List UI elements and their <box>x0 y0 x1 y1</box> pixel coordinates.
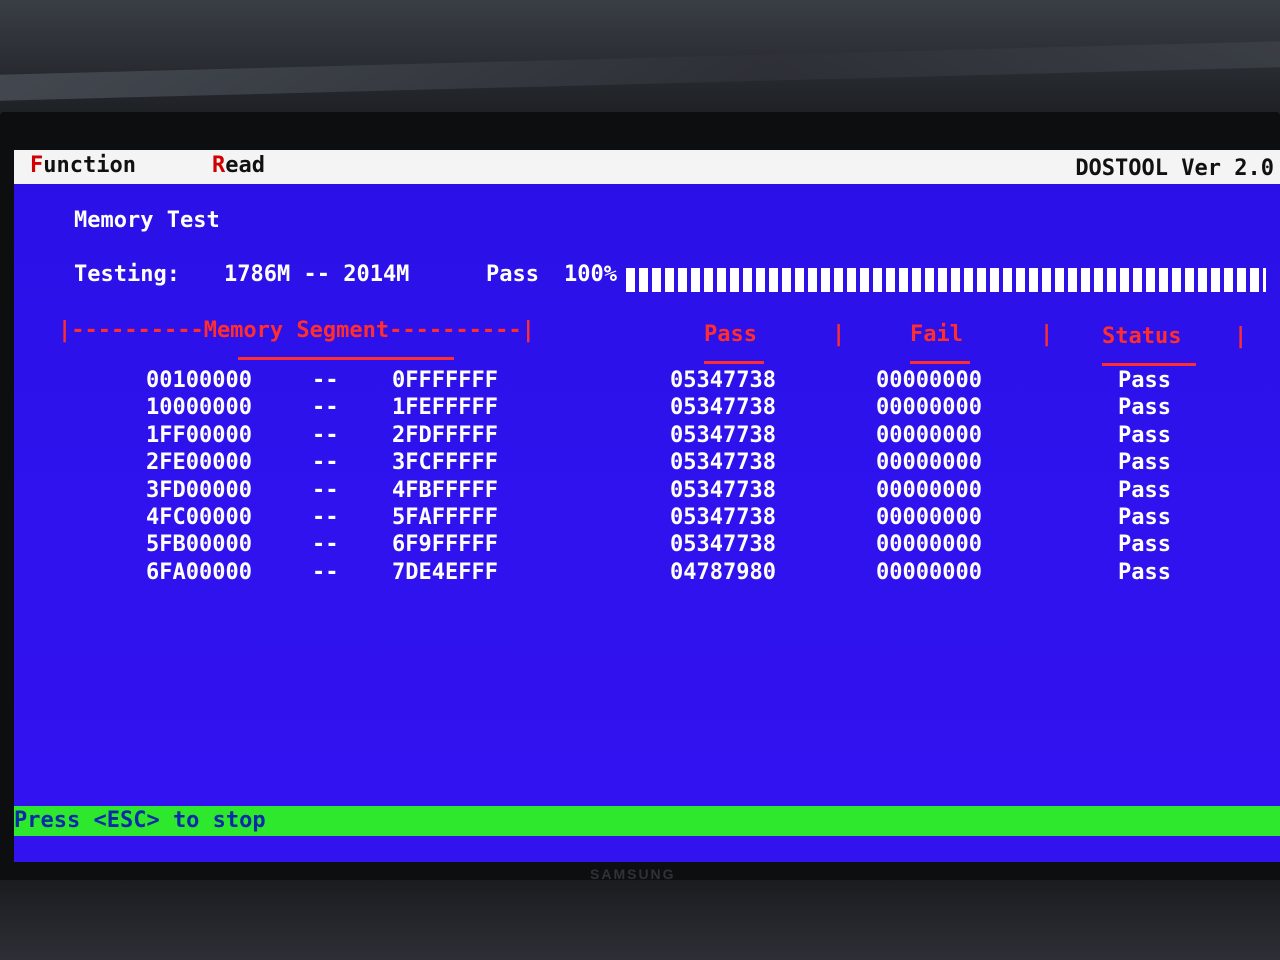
fail-count: 00000000 <box>876 532 982 558</box>
segment-start: 5FB00000 <box>146 532 252 558</box>
pass-count: 05347738 <box>670 532 776 558</box>
header-fail: Fail <box>910 322 963 347</box>
desk <box>0 880 1280 960</box>
testing-range: 1786M -- 2014M <box>224 262 410 287</box>
fail-count: 00000000 <box>876 368 982 393</box>
menu-read-hotkey: R <box>212 153 226 178</box>
segment-start: 4FC00000 <box>146 505 252 530</box>
fail-count: 00000000 <box>876 422 982 448</box>
segment-underline <box>238 357 454 360</box>
esc-hint: Press <ESC> to stop <box>14 808 266 833</box>
row-status: Pass <box>1118 395 1171 421</box>
range-separator: -- <box>312 395 339 421</box>
menu-bar: Function Read DOSTOOL Ver 2.0 <box>14 150 1280 184</box>
status-bar: Press <ESC> to stop <box>14 806 1280 836</box>
menu-function-label: unction <box>43 153 136 178</box>
version-label: DOSTOOL Ver 2.0 <box>1075 156 1274 181</box>
range-separator: -- <box>312 450 339 476</box>
segment-start: 2FE00000 <box>146 450 252 476</box>
segment-end: 6F9FFFFF <box>392 532 498 558</box>
row-status: Pass <box>1118 559 1171 585</box>
header-separator: | <box>1040 322 1054 347</box>
header-memory-segment: |----------Memory Segment----------| <box>58 318 535 343</box>
range-separator: -- <box>312 532 339 558</box>
segment-end: 1FEFFFFF <box>392 395 498 421</box>
pass-count: 05347738 <box>670 368 776 393</box>
fail-count: 00000000 <box>876 559 982 585</box>
status-underline <box>1102 363 1196 366</box>
fail-count: 00000000 <box>876 477 982 503</box>
segment-start: 3FD00000 <box>146 477 252 503</box>
fail-count: 00000000 <box>876 450 982 476</box>
monitor-brand: SAMSUNG <box>590 866 676 882</box>
segment-end: 5FAFFFFF <box>392 505 498 530</box>
range-separator: -- <box>312 422 339 448</box>
segment-start: 00100000 <box>146 368 252 393</box>
pass-underline <box>704 361 764 364</box>
segment-start: 10000000 <box>146 395 252 421</box>
pass-count: 04787980 <box>670 559 776 585</box>
dos-screen: Function Read DOSTOOL Ver 2.0 Memory Tes… <box>14 150 1280 862</box>
progress-fill <box>626 268 1266 292</box>
range-separator: -- <box>312 368 339 393</box>
menu-function[interactable]: Function <box>30 153 136 178</box>
testing-label: Testing: <box>74 262 180 287</box>
range-separator: -- <box>312 477 339 503</box>
row-status: Pass <box>1118 368 1171 393</box>
range-separator: -- <box>312 505 339 530</box>
segment-end: 0FFFFFFF <box>392 368 498 393</box>
pass-label: Pass <box>486 262 539 287</box>
row-status: Pass <box>1118 477 1171 503</box>
row-status: Pass <box>1118 532 1171 558</box>
pass-count: 05347738 <box>670 422 776 448</box>
header-pass: Pass <box>704 322 757 347</box>
wall-stripe <box>0 41 1280 101</box>
header-separator: | <box>1234 324 1248 349</box>
header-status: Status <box>1102 324 1182 349</box>
progress-percent: 100% <box>564 262 617 287</box>
segment-start: 6FA00000 <box>146 559 252 585</box>
pass-count: 05347738 <box>670 477 776 503</box>
page-title: Memory Test <box>74 208 220 233</box>
menu-function-hotkey: F <box>30 153 44 178</box>
fail-count: 00000000 <box>876 395 982 421</box>
pass-count: 05347738 <box>670 505 776 530</box>
segment-end: 4FBFFFFF <box>392 477 498 503</box>
fail-count: 00000000 <box>876 505 982 530</box>
segment-end: 2FDFFFFF <box>392 422 498 448</box>
segment-start: 1FF00000 <box>146 422 252 448</box>
range-separator: -- <box>312 559 339 585</box>
pass-count: 05347738 <box>670 395 776 421</box>
row-status: Pass <box>1118 505 1171 530</box>
segment-end: 3FCFFFFF <box>392 450 498 476</box>
menu-read[interactable]: Read <box>212 153 265 178</box>
row-status: Pass <box>1118 450 1171 476</box>
header-separator: | <box>832 322 846 347</box>
pass-count: 05347738 <box>670 450 776 476</box>
fail-underline <box>910 361 970 364</box>
row-status: Pass <box>1118 422 1171 448</box>
progress-bar <box>626 268 1266 292</box>
menu-read-label: ead <box>225 153 265 178</box>
segment-end: 7DE4EFFF <box>392 559 498 585</box>
